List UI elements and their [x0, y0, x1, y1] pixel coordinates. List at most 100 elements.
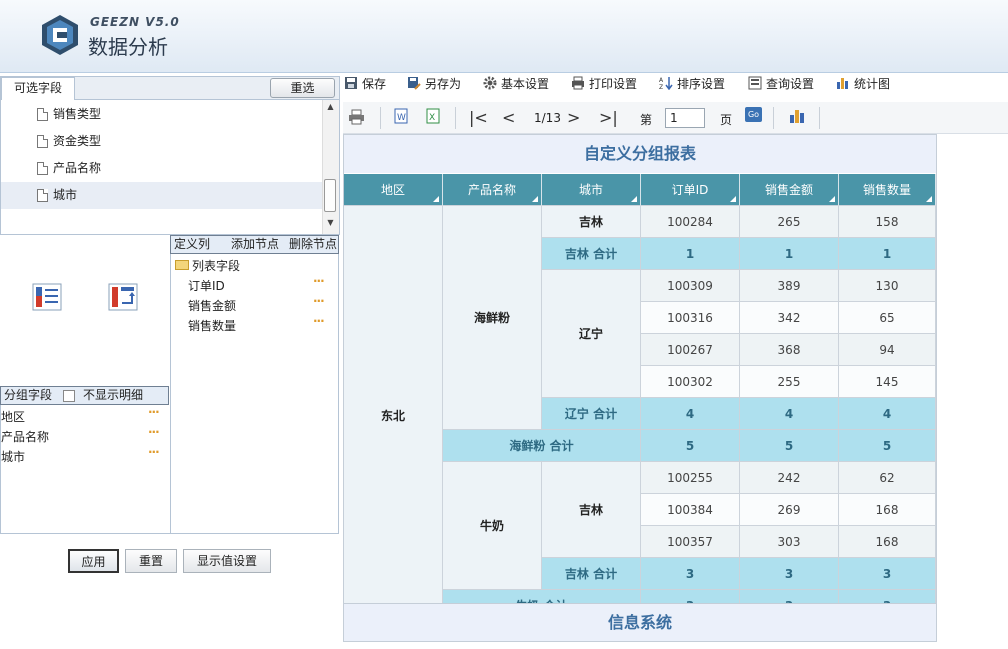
subtotal-cell: 3 — [740, 590, 839, 603]
field-item-selected[interactable]: 城市 — [1, 182, 323, 209]
first-page-icon[interactable]: |< — [469, 108, 488, 127]
page-number-input[interactable]: 1 — [665, 108, 705, 128]
column-header[interactable]: 订单ID — [641, 174, 740, 206]
stats-chart-button[interactable]: 统计图 — [836, 75, 896, 93]
document-icon — [37, 189, 48, 202]
field-item[interactable]: 产品名称 — [1, 155, 323, 182]
save-as-icon — [408, 77, 421, 90]
basic-settings-button[interactable]: 基本设置 — [483, 75, 555, 93]
more-icon[interactable]: ··· — [148, 425, 160, 439]
subtotal-label: 辽宁 合计 — [542, 398, 641, 430]
column-header[interactable]: 地区 — [344, 174, 443, 206]
tab-optional-fields[interactable]: 可选字段 — [1, 77, 75, 100]
report-grid: 地区 产品名称 城市 订单ID 销售金额 销售数量 东北 海鲜粉 牛奶 吉林 辽… — [344, 174, 936, 603]
subtotal-cell: 1 — [641, 238, 740, 270]
delete-node-link[interactable]: 删除节点 — [289, 236, 337, 253]
svg-text:Z: Z — [659, 84, 663, 90]
sales-amount-cell: 303 — [740, 526, 839, 558]
brand-version: GEEZN V5.0 — [90, 15, 180, 29]
more-icon[interactable]: ··· — [313, 294, 325, 308]
document-icon — [37, 108, 48, 121]
swap-columns-icon[interactable] — [108, 283, 138, 311]
apply-button[interactable]: 应用 — [68, 549, 119, 573]
document-icon — [37, 162, 48, 175]
reset-button[interactable]: 重置 — [125, 549, 177, 573]
app-title: 数据分析 — [88, 35, 168, 59]
field-item[interactable]: 销售类型 — [1, 101, 323, 128]
scroll-down-icon[interactable]: ▼ — [322, 218, 339, 232]
prev-page-icon[interactable]: < — [502, 108, 515, 127]
reselect-button[interactable]: 重选 — [270, 78, 335, 98]
tree-item[interactable]: 销售金额 — [188, 297, 236, 314]
print-icon[interactable] — [348, 109, 365, 125]
group-item[interactable]: 产品名称 — [1, 428, 49, 445]
subtotal-cell: 3 — [641, 558, 740, 590]
more-icon[interactable]: ··· — [148, 445, 160, 459]
separator — [773, 107, 774, 129]
subtotal-cell: 3 — [839, 558, 936, 590]
last-page-icon[interactable]: >| — [599, 108, 618, 127]
sales-qty-cell: 145 — [839, 366, 936, 398]
region-cell: 东北 — [344, 206, 443, 603]
group-fields-label: 分组字段 — [4, 388, 53, 402]
export-word-icon[interactable]: W — [394, 108, 408, 124]
order-id-cell: 100316 — [641, 302, 740, 334]
chart-icon[interactable] — [789, 108, 805, 124]
group-item[interactable]: 城市 — [1, 448, 25, 465]
report-footer: 信息系统 — [344, 603, 936, 641]
scrollbar-thumb[interactable] — [324, 179, 336, 212]
folder-icon — [175, 260, 189, 270]
tree-item[interactable]: 订单ID — [188, 277, 225, 294]
add-node-link[interactable]: 添加节点 — [231, 236, 279, 253]
order-id-cell: 100284 — [641, 206, 740, 238]
sort-settings-button[interactable]: AZ 排序设置 — [659, 75, 731, 93]
report-panel: 自定义分组报表 地区 产品名称 城市 订单ID 销售金额 销售数量 东北 海鲜粉… — [343, 134, 937, 642]
svg-text:W: W — [397, 113, 406, 123]
sales-amount-cell: 269 — [740, 494, 839, 526]
column-header[interactable]: 产品名称 — [443, 174, 542, 206]
column-header[interactable]: 销售金额 — [740, 174, 839, 206]
group-item[interactable]: 地区 — [1, 408, 25, 425]
column-header[interactable]: 销售数量 — [839, 174, 936, 206]
print-settings-button[interactable]: 打印设置 — [571, 75, 643, 93]
more-icon[interactable]: ··· — [313, 314, 325, 328]
scroll-up-icon[interactable]: ▲ — [322, 102, 339, 116]
subtotal-cell: 3 — [641, 590, 740, 603]
gear-icon — [483, 76, 497, 90]
group-fields-list: 地区 ··· 产品名称 ··· 城市 ··· — [0, 405, 170, 534]
sales-qty-cell: 65 — [839, 302, 936, 334]
subtotal-cell: 4 — [740, 398, 839, 430]
subtotal-cell: 5 — [839, 430, 936, 462]
geezn-logo — [42, 15, 78, 55]
sales-qty-cell: 158 — [839, 206, 936, 238]
subtotal-label: 吉林 合计 — [542, 558, 641, 590]
save-button[interactable]: 保存 — [344, 75, 389, 93]
separator — [819, 107, 820, 129]
tree-item[interactable]: 销售数量 — [188, 317, 236, 334]
query-settings-button[interactable]: 查询设置 — [748, 75, 820, 93]
next-page-icon[interactable]: > — [567, 108, 580, 127]
field-item[interactable]: 资金类型 — [1, 128, 323, 155]
subtotal-cell: 1 — [839, 238, 936, 270]
tree-folder-label[interactable]: 列表字段 — [192, 257, 240, 274]
go-button[interactable]: Go — [745, 107, 762, 122]
display-settings-button[interactable]: 显示值设置 — [183, 549, 271, 573]
optional-fields-list[interactable]: 销售类型 资金类型 产品名称 城市 — [0, 100, 340, 235]
bar-chart-icon — [837, 78, 848, 89]
page-prefix: 第 — [640, 113, 653, 127]
document-icon — [37, 135, 48, 148]
more-icon[interactable]: ··· — [313, 274, 325, 288]
hide-detail-checkbox[interactable] — [63, 390, 75, 402]
svg-text:X: X — [429, 113, 435, 123]
save-as-button[interactable]: 另存为 — [407, 75, 467, 93]
svg-text:A: A — [659, 77, 664, 84]
sales-qty-cell: 168 — [839, 526, 936, 558]
column-header[interactable]: 城市 — [542, 174, 641, 206]
export-excel-icon[interactable]: X — [426, 108, 440, 124]
hide-detail-label: 不显示明细 — [83, 388, 144, 402]
fields-scrollbar[interactable] — [322, 100, 339, 234]
list-columns-icon[interactable] — [32, 283, 62, 311]
sales-qty-cell: 130 — [839, 270, 936, 302]
order-id-cell: 100384 — [641, 494, 740, 526]
more-icon[interactable]: ··· — [148, 405, 160, 419]
